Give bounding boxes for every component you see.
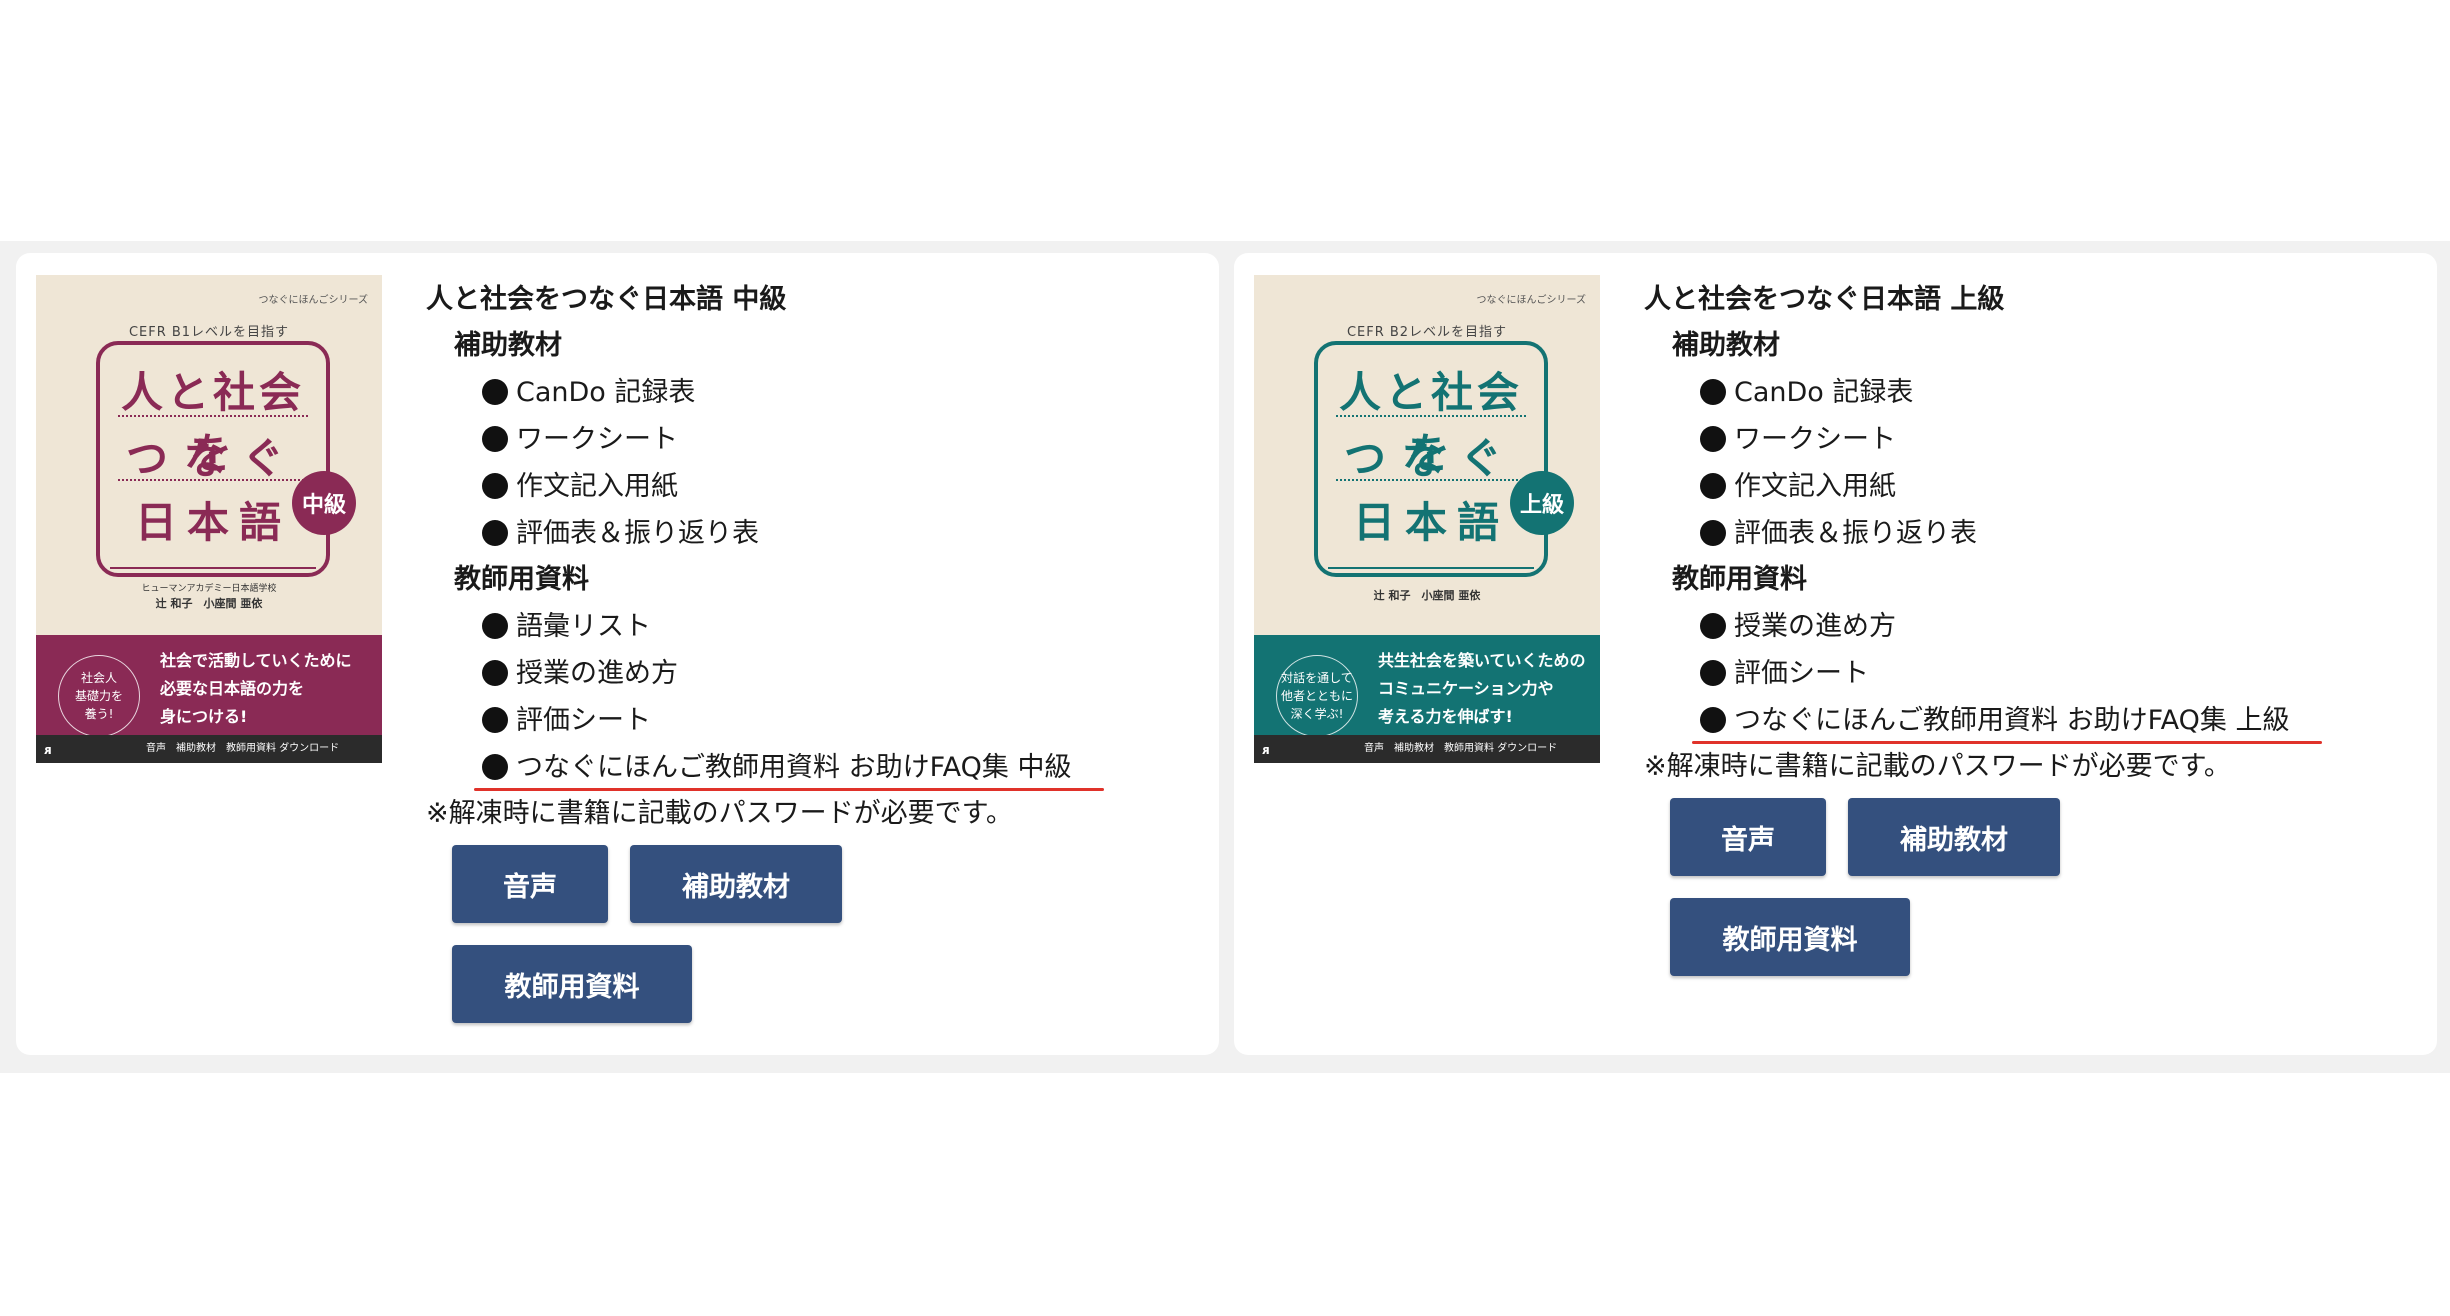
resource-list: 人と社会をつなぐ日本語 中級 補助教材 CanDo 記録表 ワークシート 作文記… [426, 277, 1186, 837]
bullet-icon [482, 754, 508, 780]
cover-skyline-illustration [110, 545, 316, 569]
cover-divider [1336, 415, 1526, 417]
resource-list: 人と社会をつなぐ日本語 上級 補助教材 CanDo 記録表 ワークシート 作文記… [1644, 277, 2404, 790]
list-item: 作文記入用紙 [426, 463, 1186, 510]
section-heading-teacher: 教師用資料 [454, 564, 589, 595]
audio-download-button[interactable]: 音声 [452, 845, 608, 923]
supplementary-download-button[interactable]: 補助教材 [1848, 798, 2060, 876]
bullet-icon [482, 426, 508, 452]
cover-bottom-band: 社会人 基礎力を 養う! 社会で活動していくために 必要な日本語の力を 身につけ… [36, 635, 382, 763]
cover-title-line2: つなぐ [125, 434, 300, 483]
product-card-advanced: つなぐにほんごシリーズ CEFR B2レベルを目指す 人と社会を つなぐ 日本語… [1234, 253, 2437, 1055]
bullet-icon [1700, 707, 1726, 733]
password-note: ※解凍時に書籍に記載のパスワードが必要です。 [426, 798, 1013, 829]
cover-divider [118, 415, 308, 417]
cover-tagline: 社会で活動していくために 必要な日本語の力を 身につける! [160, 651, 352, 726]
bullet-icon [1700, 379, 1726, 405]
bullet-icon [482, 473, 508, 499]
red-underline-annotation [474, 788, 1104, 791]
list-item: 作文記入用紙 [1644, 463, 2404, 510]
bullet-icon [482, 613, 508, 639]
bullet-icon [482, 379, 508, 405]
list-item: 評価表＆振り返り表 [1644, 510, 2404, 557]
cover-divider [118, 479, 308, 481]
cover-series: つなぐにほんごシリーズ [258, 295, 369, 306]
bullet-icon [1700, 426, 1726, 452]
cover-footer: 音声 補助教材 教師用資料 ダウンロード [1254, 735, 1600, 763]
bullet-icon [482, 520, 508, 546]
list-item: 授業の進め方 [426, 650, 1186, 697]
bullet-icon [1700, 660, 1726, 686]
list-item: 評価表＆振り返り表 [426, 510, 1186, 557]
book-cover-intermediate[interactable]: つなぐにほんごシリーズ CEFR B1レベルを目指す 人と社会を つなぐ 日本語… [36, 275, 382, 763]
cover-authors: 辻 和子 小座間 亜依 [1373, 589, 1481, 602]
audio-download-button[interactable]: 音声 [1670, 798, 1826, 876]
cover-cefr: CEFR B2レベルを目指す [1346, 325, 1508, 340]
cover-title-frame: 人と社会を つなぐ 日本語 [1314, 341, 1548, 577]
cover-authors-org: ヒューマンアカデミー日本語学校 [141, 584, 277, 594]
password-note: ※解凍時に書籍に記載のパスワードが必要です。 [1644, 751, 2231, 782]
product-card-intermediate: つなぐにほんごシリーズ CEFR B1レベルを目指す 人と社会を つなぐ 日本語… [16, 253, 1219, 1055]
book-title: 人と社会をつなぐ日本語 上級 [1644, 284, 2005, 315]
cover-title-frame: 人と社会を つなぐ 日本語 [96, 341, 330, 577]
publisher-logo-icon: ᴙ [1262, 743, 1270, 757]
cover-circle-text: 社会人 基礎力を 養う! [58, 655, 140, 737]
list-item-highlighted: つなぐにほんご教師用資料 お助けFAQ集 上級 [1644, 697, 2404, 744]
bullet-icon [482, 707, 508, 733]
section-heading-supplementary: 補助教材 [1672, 330, 1780, 361]
cover-footer: 音声 補助教材 教師用資料 ダウンロード [36, 735, 382, 763]
bullet-icon [1700, 473, 1726, 499]
red-underline-annotation [1692, 741, 2322, 744]
cover-level-badge: 上級 [1510, 471, 1574, 535]
cover-authors: 辻 和子 小座間 亜依 [155, 597, 263, 610]
teacher-materials-download-button[interactable]: 教師用資料 [1670, 898, 1910, 976]
list-item: CanDo 記録表 [426, 369, 1186, 416]
cover-cefr: CEFR B1レベルを目指す [128, 325, 290, 340]
bullet-icon [1700, 520, 1726, 546]
cover-bottom-band: 対話を通して 他者とともに 深く学ぶ! 共生社会を築いていくための コミュニケー… [1254, 635, 1600, 763]
teacher-materials-download-button[interactable]: 教師用資料 [452, 945, 692, 1023]
bullet-icon [1700, 613, 1726, 639]
section-heading-teacher: 教師用資料 [1672, 564, 1807, 595]
list-item: ワークシート [1644, 416, 2404, 463]
list-item-highlighted: つなぐにほんご教師用資料 お助けFAQ集 中級 [426, 744, 1186, 791]
list-item: 評価シート [1644, 650, 2404, 697]
cover-skyline-illustration [1328, 545, 1534, 569]
cover-divider [1336, 479, 1526, 481]
cover-circle-text: 対話を通して 他者とともに 深く学ぶ! [1276, 655, 1358, 737]
cover-title-line2: つなぐ [1343, 434, 1518, 483]
list-item: CanDo 記録表 [1644, 369, 2404, 416]
cover-level-badge: 中級 [292, 471, 356, 535]
bullet-icon [482, 660, 508, 686]
cover-tagline: 共生社会を築いていくための コミュニケーション力や 考える力を伸ばす! [1378, 651, 1586, 726]
section-heading-supplementary: 補助教材 [454, 330, 562, 361]
list-item: ワークシート [426, 416, 1186, 463]
list-item: 授業の進め方 [1644, 603, 2404, 650]
book-cover-advanced[interactable]: つなぐにほんごシリーズ CEFR B2レベルを目指す 人と社会を つなぐ 日本語… [1254, 275, 1600, 763]
cover-series: つなぐにほんごシリーズ [1476, 295, 1587, 306]
list-item: 評価シート [426, 697, 1186, 744]
list-item: 語彙リスト [426, 603, 1186, 650]
supplementary-download-button[interactable]: 補助教材 [630, 845, 842, 923]
publisher-logo-icon: ᴙ [44, 743, 52, 757]
book-title: 人と社会をつなぐ日本語 中級 [426, 284, 787, 315]
